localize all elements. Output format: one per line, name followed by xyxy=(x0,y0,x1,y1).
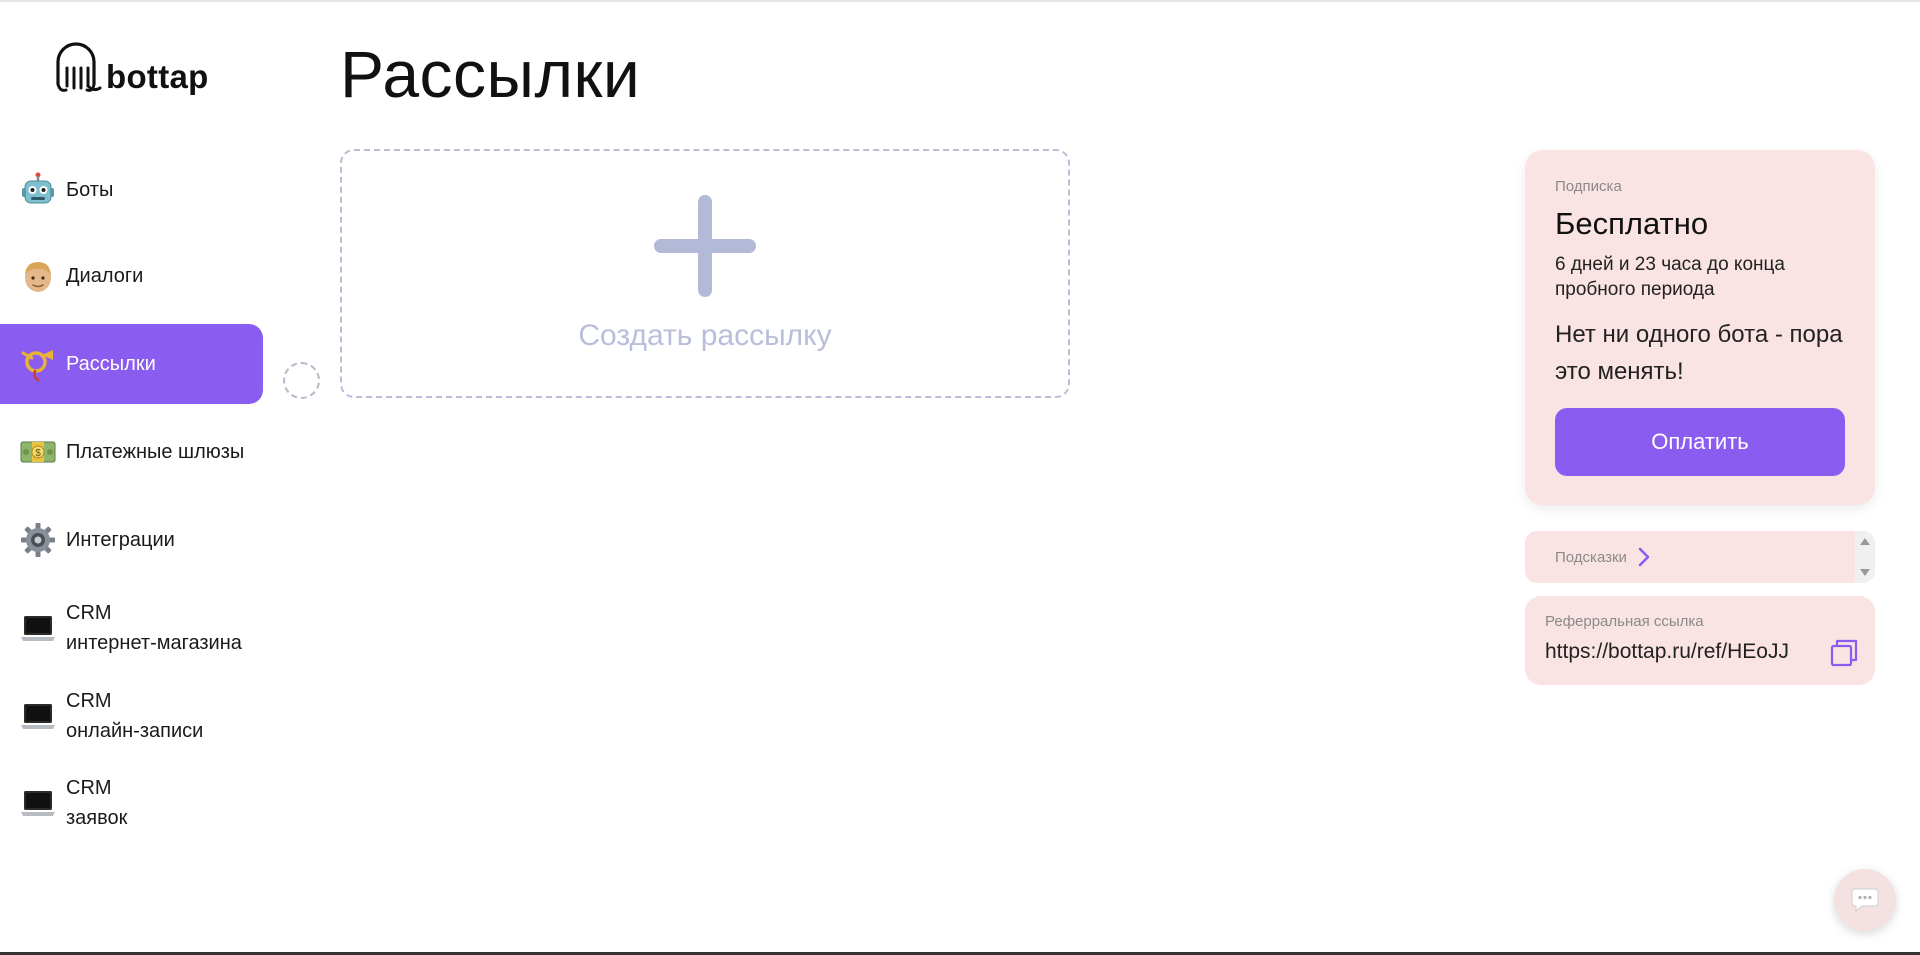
chat-widget-button[interactable] xyxy=(1834,869,1896,931)
sidebar-item-integrations[interactable]: Интеграции xyxy=(0,500,263,580)
sidebar-item-label: Рассылки xyxy=(66,352,156,375)
sidebar-item-label: CRM интернет-магазина xyxy=(66,602,242,654)
brand-name: bottap xyxy=(106,58,209,95)
referral-card: Реферральная ссылка https://bottap.ru/re… xyxy=(1525,596,1875,685)
subscription-card: Подписка Бесплатно 6 дней и 23 часа до к… xyxy=(1525,150,1875,505)
gear-icon xyxy=(20,522,56,558)
octopus-logo-icon xyxy=(56,42,102,92)
sidebar-item-bots[interactable]: Боты xyxy=(0,150,263,230)
sidebar-item-label: Боты xyxy=(66,178,114,201)
referral-label: Реферральная ссылка xyxy=(1545,613,1704,630)
sidebar-item-label: CRM заявок xyxy=(66,777,128,829)
no-bots-message: Нет ни одного бота - пора это менять! xyxy=(1555,321,1843,385)
page-title: Рассылки xyxy=(340,37,641,111)
plus-icon xyxy=(654,195,756,297)
robot-icon xyxy=(20,172,56,208)
chat-bubble-icon xyxy=(1851,888,1879,913)
sidebar-item-dialogs[interactable]: Диалоги xyxy=(0,236,263,316)
pay-button[interactable]: Оплатить xyxy=(1555,408,1845,476)
sidebar-item-mailings[interactable]: Рассылки xyxy=(0,324,263,404)
copy-icon[interactable] xyxy=(1829,638,1859,668)
svg-text:$: $ xyxy=(35,448,41,459)
top-divider xyxy=(0,0,1920,2)
logo[interactable]: bottap xyxy=(52,40,209,98)
sidebar-item-payment-gateways[interactable]: $ Платежные шлюзы xyxy=(0,412,263,492)
sidebar-item-label: Интеграции xyxy=(66,528,175,551)
sidebar-collapse-toggle[interactable] xyxy=(283,362,320,399)
create-mailing-label: Создать рассылку xyxy=(578,319,832,352)
postal-horn-icon xyxy=(20,346,56,382)
laptop-icon xyxy=(20,785,56,821)
hints-bar[interactable]: Подсказки xyxy=(1525,531,1875,583)
subscription-plan: Бесплатно xyxy=(1555,206,1709,241)
referral-link[interactable]: https://bottap.ru/ref/HEoJJ xyxy=(1545,640,1810,664)
sidebar-item-crm-requests[interactable]: CRM заявок xyxy=(0,763,263,843)
subscription-label: Подписка xyxy=(1555,178,1622,195)
scroll-down-arrow-icon[interactable] xyxy=(1860,569,1870,576)
laptop-icon xyxy=(20,698,56,734)
person-face-icon xyxy=(20,258,56,294)
hints-label: Подсказки xyxy=(1555,548,1627,566)
create-mailing-button[interactable]: Создать рассылку xyxy=(340,149,1070,398)
sidebar-item-label: Платежные шлюзы xyxy=(66,440,245,463)
chevron-right-icon[interactable] xyxy=(1637,546,1651,568)
hints-scrollbar[interactable] xyxy=(1855,531,1875,583)
laptop-icon xyxy=(20,610,56,646)
scroll-up-arrow-icon[interactable] xyxy=(1860,538,1870,545)
money-icon: $ xyxy=(20,434,56,470)
sidebar-item-label: Диалоги xyxy=(66,264,144,287)
trial-remaining-text: 6 дней и 23 часа до конца пробного перио… xyxy=(1555,254,1785,300)
sidebar-item-crm-booking[interactable]: CRM онлайн-записи xyxy=(0,676,263,756)
sidebar-item-crm-shop[interactable]: CRM интернет-магазина xyxy=(0,588,263,668)
sidebar-item-label: CRM онлайн-записи xyxy=(66,690,204,742)
